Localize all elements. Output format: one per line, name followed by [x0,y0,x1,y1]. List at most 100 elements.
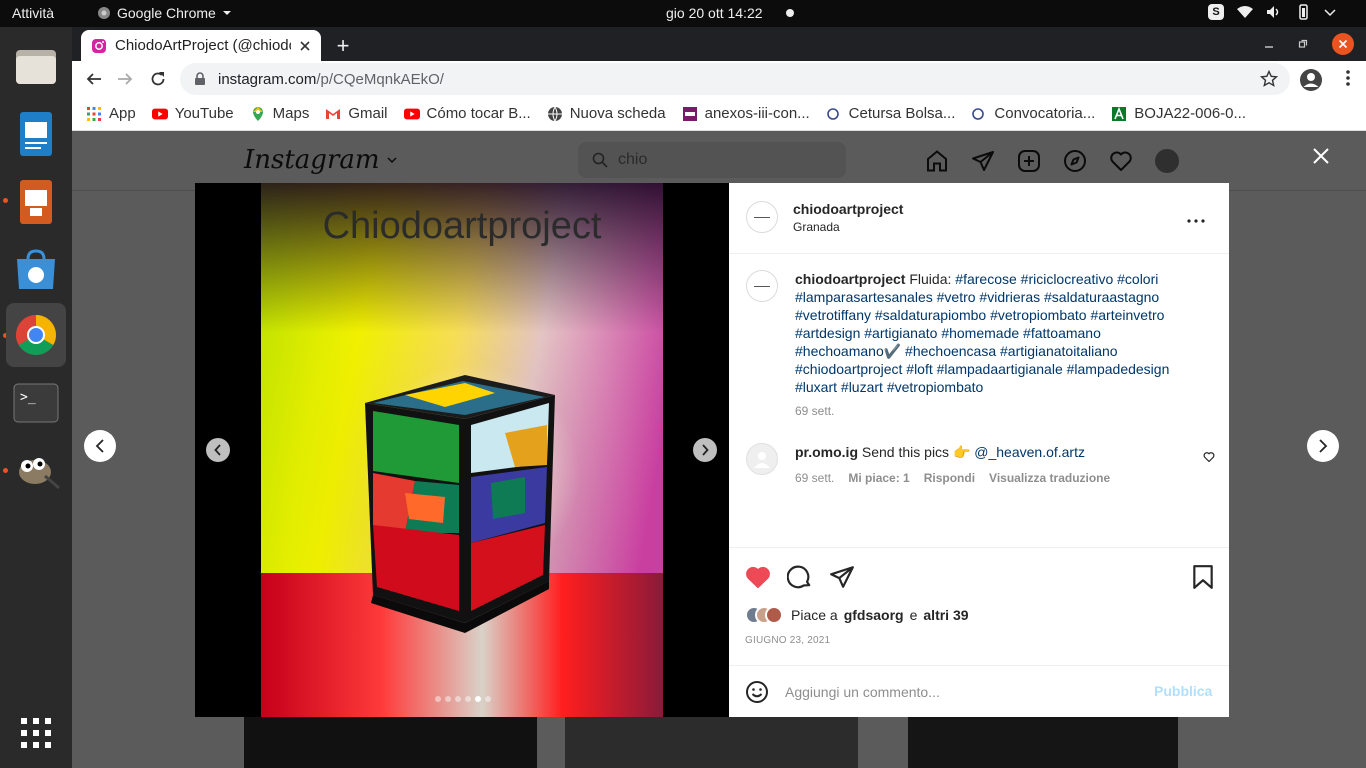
save-post-button[interactable] [1192,564,1214,590]
bookmark-item[interactable]: Cómo tocar B... [403,105,531,122]
grid-thumbnail[interactable] [908,717,1178,768]
liker-avatars[interactable] [745,606,783,624]
dock-show-apps[interactable] [6,703,66,763]
chevron-right-icon [702,444,709,456]
close-window-button[interactable] [1332,33,1354,55]
home-icon[interactable] [925,149,949,173]
caption-timestamp[interactable]: 69 sett. [795,404,834,418]
close-tab-icon[interactable] [299,40,311,52]
likes-others[interactable]: altri 39 [923,607,968,623]
system-tray[interactable]: S [1208,4,1336,20]
publish-button[interactable]: Pubblica [1154,683,1212,699]
commenter-avatar[interactable] [746,443,778,475]
caption-hashtags[interactable]: #farecose #riciclocreativo #colori #lamp… [795,271,1169,395]
dock-chrome[interactable] [6,303,66,367]
activities-button[interactable]: Attività [12,5,54,21]
see-translation-button[interactable]: Visualizza traduzione [989,471,1110,485]
post-date[interactable]: GIUGNO 23, 2021 [745,635,830,646]
new-tab-button[interactable]: + [332,33,354,59]
caption-avatar[interactable] [746,270,778,302]
comment-reply-button[interactable]: Rispondi [924,471,975,485]
post-media[interactable]: Chiodoartproject [195,183,729,717]
carousel-next-button[interactable] [693,438,717,462]
explore-icon[interactable] [1063,149,1087,173]
post-location[interactable]: Granada [793,220,840,234]
dock-impress[interactable] [6,172,66,232]
bookmark-item[interactable]: Cetursa Bolsa... [826,105,956,122]
gimp-icon [19,458,60,490]
app-menu[interactable]: Google Chrome [97,5,232,21]
more-options-button[interactable] [1184,209,1208,233]
back-button[interactable] [83,68,105,90]
account-icon [1300,69,1322,91]
direct-messages-icon[interactable] [971,149,995,173]
new-post-icon[interactable] [1017,149,1041,173]
bookmark-item[interactable]: Convocatoria... [971,105,1095,122]
grid-thumbnail[interactable] [565,717,858,768]
youtube-icon [151,106,168,122]
bookmark-item[interactable]: YouTube [151,105,234,122]
share-icon[interactable] [829,564,855,590]
grid-thumbnail[interactable] [244,717,537,768]
bookmark-item[interactable]: Nuova scheda [547,105,666,122]
liker-avatar [765,606,783,624]
chrome-window: ChiodoArtProject (@chiodoartproject) + i… [72,27,1366,768]
bookmark-label: Cetursa Bolsa... [848,105,956,122]
next-post-button[interactable] [1307,430,1339,462]
chrome-menu-button[interactable] [1345,68,1351,88]
window-controls [1264,33,1354,55]
bookmark-star-icon[interactable] [1260,70,1278,88]
comment-timestamp[interactable]: 69 sett. [795,471,834,485]
comment-icon[interactable] [787,564,813,590]
comment-username[interactable]: pr.omo.ig [795,444,858,460]
power-menu-icon [1324,9,1336,17]
comment-like-button[interactable] [1203,451,1215,463]
minimize-icon[interactable] [1264,39,1274,49]
reload-button[interactable] [147,68,169,90]
dock: >_ [0,27,72,768]
comment-input[interactable] [785,680,1145,704]
dock-gimp[interactable] [6,439,66,499]
previous-post-button[interactable] [84,430,116,462]
emoji-icon[interactable] [745,680,769,704]
comment-likes[interactable]: Mi piace: 1 [848,471,909,485]
url-path: /p/CQeMqnkAEkO/ [316,70,444,88]
carousel-dot [435,696,441,702]
tab-strip: ChiodoArtProject (@chiodoartproject) + [72,27,1366,61]
close-modal-button[interactable] [1312,147,1330,165]
bookmark-item[interactable]: anexos-iii-con... [682,105,810,122]
profile-button[interactable] [1299,68,1323,92]
author-username[interactable]: chiodoartproject [793,201,903,217]
like-heart-icon[interactable] [745,564,771,590]
caption-text: Fluida: [909,271,952,287]
dock-files[interactable] [6,36,66,96]
lock-icon[interactable] [194,72,206,86]
chevron-down-icon [387,157,397,164]
carousel-prev-button[interactable] [206,438,230,462]
bookmark-item[interactable]: BOJA22-006-0... [1111,105,1246,122]
forward-button[interactable] [114,68,136,90]
bookmark-item[interactable]: Gmail [325,105,388,122]
comment-mention[interactable]: @_heaven.of.artz [974,444,1085,460]
clock[interactable]: gio 20 ott 14:22 [666,5,763,21]
profile-avatar[interactable] [1155,149,1179,173]
likes-user[interactable]: gfdsaorg [844,607,904,623]
address-bar[interactable]: instagram.com/p/CQeMqnkAEkO/ [180,63,1290,95]
skype-icon[interactable]: S [1208,4,1224,20]
instagram-logo[interactable]: Instagram [244,145,398,175]
caption-username[interactable]: chiodoartproject [795,271,905,287]
dock-software[interactable] [6,240,66,300]
app-menu-label: Google Chrome [117,5,216,21]
author-avatar[interactable] [746,201,778,233]
restore-icon[interactable] [1298,39,1308,49]
bookmark-item[interactable]: App [86,105,136,122]
dock-writer[interactable] [6,104,66,164]
tab-instagram[interactable]: ChiodoArtProject (@chiodoartproject) [81,30,321,61]
activity-heart-icon[interactable] [1109,149,1133,173]
bookmark-item[interactable]: Maps [250,105,309,122]
search-box[interactable]: chio [578,142,846,178]
action-buttons [745,564,855,590]
dock-terminal[interactable]: >_ [6,373,66,433]
instagram-nav [925,149,1179,173]
notification-dot [786,9,794,17]
